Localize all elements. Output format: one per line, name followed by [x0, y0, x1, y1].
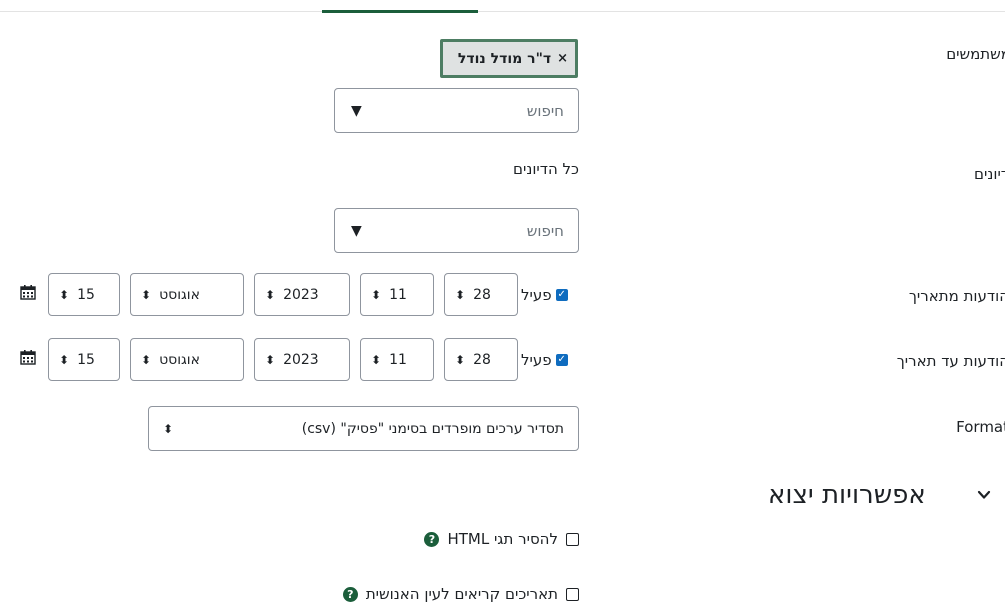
from-hour-select[interactable]: ⬍ 11	[360, 273, 434, 316]
from-date-enabled-label: פעיל	[521, 286, 552, 304]
to-day-select[interactable]: ⬍ 28	[444, 338, 518, 381]
to-year-select[interactable]: ⬍ 2023	[254, 338, 350, 381]
stepper-icon: ⬍	[59, 287, 70, 302]
human-dates-checkbox[interactable]	[566, 587, 579, 601]
to-year-value: 2023	[283, 351, 319, 368]
stepper-icon: ⬍	[455, 287, 466, 302]
to-hour-value: 11	[389, 351, 407, 368]
selected-user-name: ד"ר מודל נודל	[457, 50, 552, 67]
dropdown-arrow-icon[interactable]: ▼	[351, 223, 362, 239]
to-minute-select[interactable]: ⬍ 15	[48, 338, 120, 381]
stepper-icon: ⬍	[141, 287, 152, 302]
format-select[interactable]: ⬍ תסדיר ערכים מופרדים בסימני "פסיק" (csv…	[148, 406, 579, 451]
to-date-enabled[interactable]: ✓ פעיל	[521, 351, 568, 369]
from-minute-select[interactable]: ⬍ 15	[48, 273, 120, 316]
discussions-search-placeholder: חיפוש	[526, 221, 564, 240]
to-date-enabled-label: פעיל	[521, 351, 552, 369]
from-date-enabled[interactable]: ✓ פעיל	[521, 286, 568, 304]
active-tab-indicator	[322, 10, 478, 13]
strip-html-checkbox[interactable]	[566, 532, 579, 546]
users-search-placeholder: חיפוש	[526, 101, 564, 120]
users-search-input[interactable]: ▼ חיפוש	[334, 88, 579, 133]
from-date-checkbox[interactable]: ✓	[555, 289, 568, 301]
from-year-value: 2023	[283, 286, 319, 303]
to-hour-select[interactable]: ⬍ 11	[360, 338, 434, 381]
chevron-down-icon[interactable]	[976, 487, 992, 503]
stepper-icon: ⬍	[163, 421, 174, 436]
from-date-row: ✓ פעיל ⬍ 28 ⬍ 11 ⬍ 2023 ⬍ אוגוסט ⬍ 15	[0, 273, 580, 316]
to-month-value: אוגוסט	[159, 351, 200, 368]
stepper-icon: ⬍	[455, 352, 466, 367]
stepper-icon: ⬍	[265, 287, 276, 302]
discussions-label: דיונים	[974, 165, 1005, 183]
from-hour-value: 11	[389, 286, 407, 303]
calendar-icon[interactable]	[20, 349, 36, 369]
output-options-title[interactable]: אפשרויות יצוא	[768, 480, 926, 510]
calendar-icon[interactable]	[20, 284, 36, 304]
strip-html-option[interactable]: להסיר תגי HTML ?	[424, 530, 579, 548]
to-day-value: 28	[473, 351, 491, 368]
from-date-label: הודעות מתאריך	[908, 287, 1005, 305]
stepper-icon: ⬍	[141, 352, 152, 367]
stepper-icon: ⬍	[371, 287, 382, 302]
strip-html-label: להסיר תגי HTML	[447, 530, 558, 548]
from-year-select[interactable]: ⬍ 2023	[254, 273, 350, 316]
human-dates-label: תאריכים קריאים לעין האנושית	[365, 585, 558, 603]
from-day-value: 28	[473, 286, 491, 303]
discussions-search-input[interactable]: ▼ חיפוש	[334, 208, 579, 253]
human-dates-option[interactable]: תאריכים קריאים לעין האנושית ?	[342, 585, 579, 603]
format-label: Format	[956, 418, 1005, 436]
discussions-selected: כל הדיונים	[513, 160, 579, 178]
help-icon[interactable]: ?	[424, 531, 440, 547]
stepper-icon: ⬍	[59, 352, 70, 367]
stepper-icon: ⬍	[265, 352, 276, 367]
to-month-select[interactable]: ⬍ אוגוסט	[130, 338, 244, 381]
stepper-icon: ⬍	[371, 352, 382, 367]
to-date-checkbox[interactable]: ✓	[555, 354, 568, 366]
selected-user-chip[interactable]: ד"ר מודל נודל ×	[440, 39, 578, 78]
top-divider	[0, 11, 1005, 12]
dropdown-arrow-icon[interactable]: ▼	[351, 103, 362, 119]
from-minute-value: 15	[77, 286, 95, 303]
from-month-value: אוגוסט	[159, 286, 200, 303]
to-date-row: ✓ פעיל ⬍ 28 ⬍ 11 ⬍ 2023 ⬍ אוגוסט ⬍ 15	[0, 338, 580, 381]
to-minute-value: 15	[77, 351, 95, 368]
format-select-value: תסדיר ערכים מופרדים בסימני "פסיק" (csv)	[301, 420, 564, 437]
to-date-label: הודעות עד תאריך	[896, 352, 1005, 370]
help-icon[interactable]: ?	[342, 586, 358, 602]
users-label: משתמשים	[946, 45, 1005, 63]
from-month-select[interactable]: ⬍ אוגוסט	[130, 273, 244, 316]
from-day-select[interactable]: ⬍ 28	[444, 273, 518, 316]
remove-chip-icon[interactable]: ×	[557, 51, 568, 66]
